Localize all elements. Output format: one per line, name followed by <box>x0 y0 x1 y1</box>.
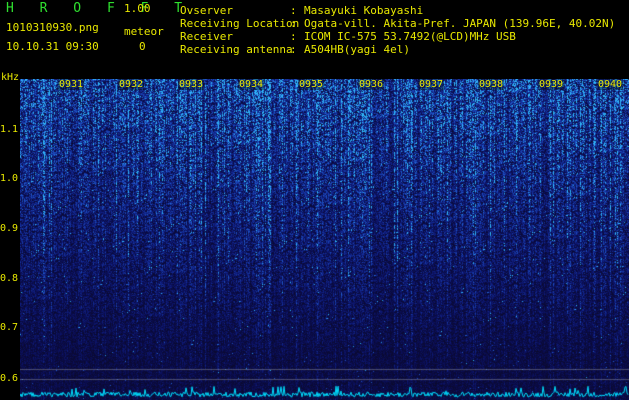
info-sep: : <box>290 43 297 56</box>
info-row-receiver: Receiver : ICOM IC-575 53.7492(@LCD)MHz … <box>180 30 615 43</box>
header: H R O F F T 1.00 1010310930.png 10.10.31… <box>0 0 629 76</box>
app-version: 1.00 <box>124 2 151 15</box>
info-value: ICOM IC-575 53.7492(@LCD)MHz USB <box>304 30 516 43</box>
meteor-label: meteor <box>124 25 164 38</box>
y-tick-label: 0.6 <box>0 373 19 384</box>
info-sep: : <box>290 17 297 30</box>
meteor-count: 0 <box>139 40 146 53</box>
info-key: Receiving antenna <box>180 43 293 56</box>
datetime: 10.10.31 09:30 <box>6 40 99 53</box>
info-key: Receiver <box>180 30 233 43</box>
info-value: A504HB(yagi 4el) <box>304 43 410 56</box>
x-tick-label: 0937 <box>418 79 445 90</box>
x-tick-label: 0936 <box>358 79 385 90</box>
info-key: Receiving Location <box>180 17 300 30</box>
y-axis-unit: kHz <box>1 72 20 83</box>
info-row-location: Receiving Location : Ogata-vill. Akita-P… <box>180 17 615 30</box>
x-tick-label: 0933 <box>178 79 205 90</box>
x-tick-label: 0940 <box>597 79 624 90</box>
x-tick-label: 0938 <box>478 79 505 90</box>
x-tick-label: 0939 <box>538 79 565 90</box>
spectrogram-canvas[interactable] <box>20 79 629 400</box>
y-tick-label: 0.9 <box>0 223 19 234</box>
info-row-antenna: Receiving antenna : A504HB(yagi 4el) <box>180 43 615 56</box>
station-info: Ovserver : Masayuki Kobayashi Receiving … <box>180 4 615 56</box>
y-tick-label: 1.1 <box>0 124 19 135</box>
y-tick-label: 1.0 <box>0 173 19 184</box>
info-value: Ogata-vill. Akita-Pref. JAPAN (139.96E, … <box>304 17 616 30</box>
x-tick-label: 0934 <box>238 79 265 90</box>
info-sep: : <box>290 4 297 17</box>
x-tick-label: 0931 <box>58 79 85 90</box>
x-tick-label: 0932 <box>118 79 145 90</box>
info-row-observer: Ovserver : Masayuki Kobayashi <box>180 4 615 17</box>
filename: 1010310930.png <box>6 21 99 34</box>
app-title: H R O F F T <box>6 1 192 16</box>
x-tick-label: 0935 <box>298 79 325 90</box>
y-tick-label: 0.7 <box>0 322 19 333</box>
info-sep: : <box>290 30 297 43</box>
info-value: Masayuki Kobayashi <box>304 4 424 17</box>
info-key: Ovserver <box>180 4 233 17</box>
y-tick-label: 0.8 <box>0 273 19 284</box>
